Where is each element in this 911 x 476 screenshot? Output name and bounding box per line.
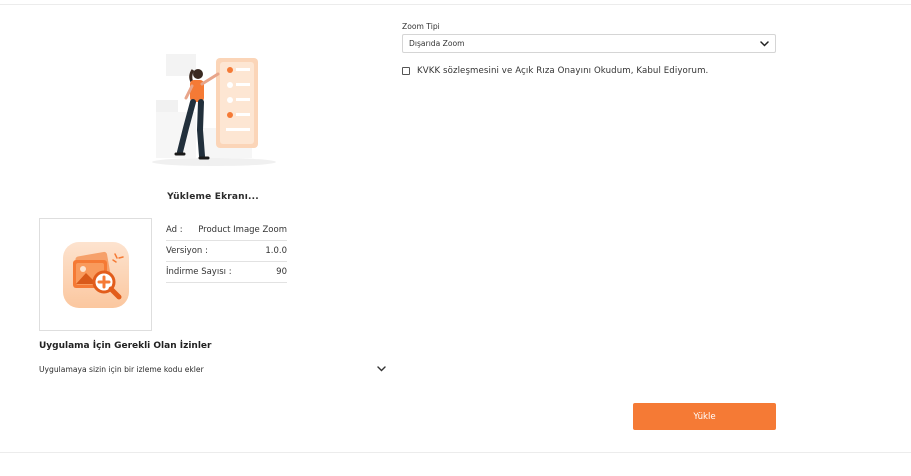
app-downloads-row: İndirme Sayısı : 90 <box>166 262 287 283</box>
kvkk-consent[interactable]: KVKK sözleşmesini ve Açık Rıza Onayını O… <box>402 66 708 76</box>
kvkk-checkbox[interactable] <box>402 67 410 75</box>
zoom-type-select[interactable]: Dışarıda Zoom <box>402 34 776 53</box>
permissions-title: Uygulama İçin Gerekli Olan İzinler <box>39 341 212 351</box>
upload-button[interactable]: Yükle <box>633 403 776 430</box>
zoom-type-label: Zoom Tipi <box>402 22 440 31</box>
app-version-value: 1.0.0 <box>265 246 287 256</box>
chevron-down-icon <box>759 39 769 49</box>
permission-item-label: Uygulamaya sizin için bir izleme kodu ek… <box>39 364 204 374</box>
loading-title: Yükleme Ekranı... <box>167 192 259 202</box>
woman-checklist-icon <box>152 54 276 166</box>
chevron-down-icon[interactable] <box>376 364 386 374</box>
kvkk-consent-label: KVKK sözleşmesini ve Açık Rıza Onayını O… <box>417 66 709 76</box>
app-name-label: Ad : <box>166 225 183 235</box>
permission-item-tracking-code[interactable]: Uygulamaya sizin için bir izleme kodu ek… <box>39 361 386 377</box>
app-name-row: Ad : Product Image Zoom <box>166 220 287 241</box>
bottom-divider <box>0 452 911 453</box>
app-name-value: Product Image Zoom <box>198 225 287 235</box>
zoom-type-selected-value: Dışarıda Zoom <box>409 39 465 48</box>
top-divider <box>0 4 911 5</box>
image-zoom-icon <box>62 241 129 308</box>
app-version-row: Versiyon : 1.0.0 <box>166 241 287 262</box>
app-downloads-label: İndirme Sayısı : <box>166 267 232 277</box>
loading-illustration <box>150 52 278 170</box>
app-info-table: Ad : Product Image Zoom Versiyon : 1.0.0… <box>166 220 287 283</box>
app-downloads-value: 90 <box>276 267 287 277</box>
app-icon-frame <box>39 218 152 331</box>
app-version-label: Versiyon : <box>166 246 208 256</box>
